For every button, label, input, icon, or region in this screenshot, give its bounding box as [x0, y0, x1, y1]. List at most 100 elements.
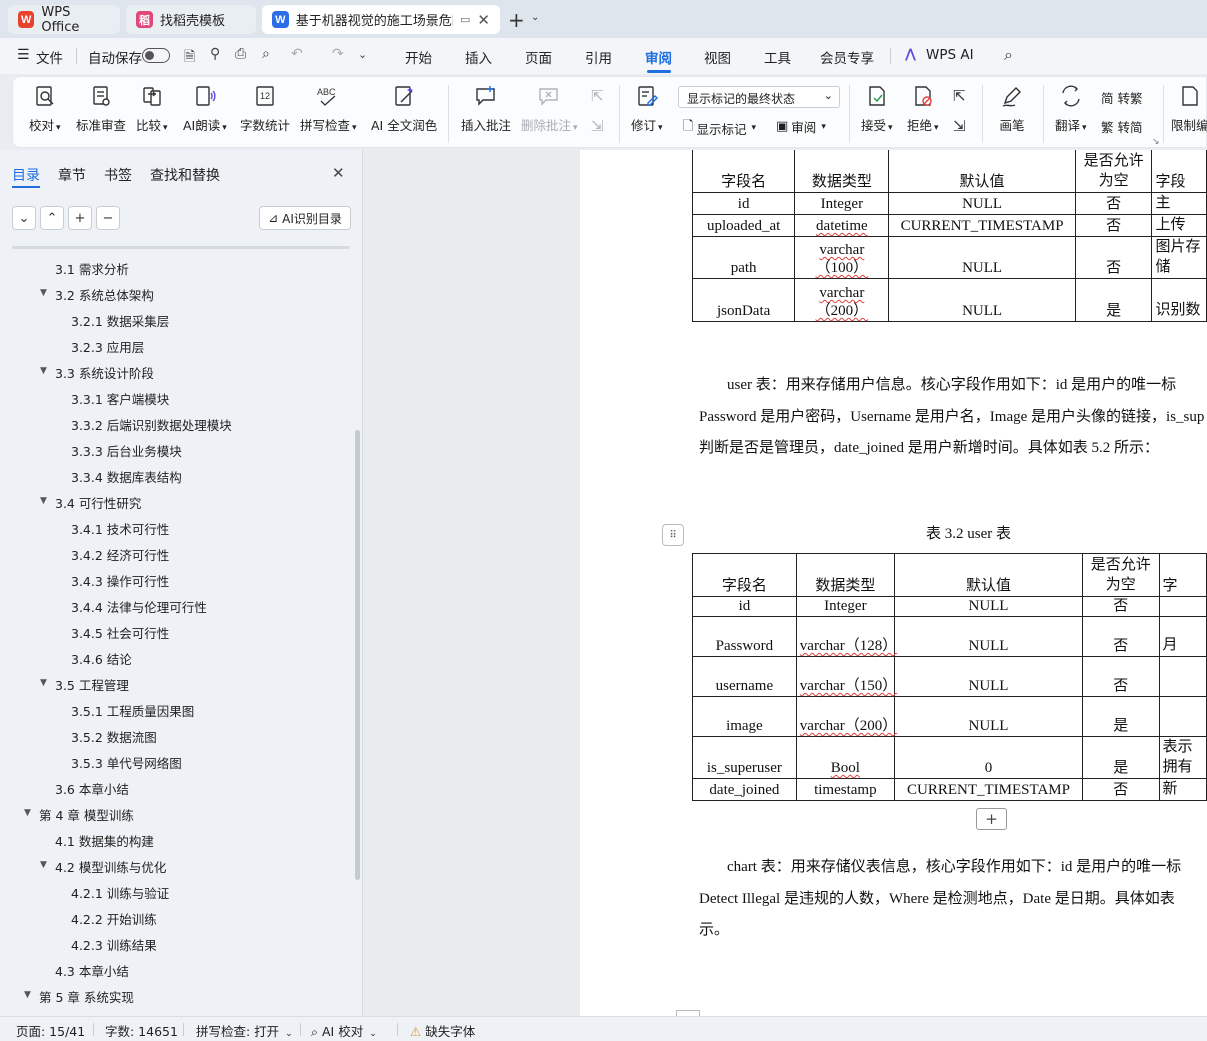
toc-item[interactable]: 4.1 数据集的构建	[55, 831, 154, 850]
menu-reference[interactable]: 引用	[585, 47, 612, 67]
search-icon[interactable]: ⌕	[1004, 45, 1013, 65]
table-cell[interactable]: 是	[1074, 278, 1153, 322]
menu-start[interactable]: 开始	[405, 47, 432, 67]
table-cell[interactable]: 表示拥有	[1158, 736, 1207, 779]
table-cell[interactable]: 否	[1082, 778, 1160, 801]
ai-toc-button[interactable]: ⊿ AI识别目录	[259, 206, 351, 230]
page-indicator[interactable]: 页面: 15/41	[16, 1021, 85, 1040]
show-markup-button[interactable]: 🗋 显示标记 ▾	[683, 117, 756, 139]
print-preview-icon[interactable]: ⌕	[262, 46, 270, 62]
close-tab-icon[interactable]: ✕	[477, 11, 490, 29]
table-cell[interactable]	[1158, 696, 1207, 737]
table-cell[interactable]: id	[692, 596, 797, 617]
menu-member[interactable]: 会员专享	[820, 47, 874, 67]
table-cell[interactable]: 否	[1074, 236, 1153, 279]
table-cell[interactable]: varchar（100）	[794, 236, 890, 279]
table-cell[interactable]: id	[691, 192, 796, 215]
table-cell[interactable]: Integer	[794, 192, 890, 215]
print-icon[interactable]: ⎙	[235, 46, 246, 62]
collapse-triangle-icon[interactable]: ▼	[40, 678, 47, 688]
word-count-button[interactable]: 12 字数统计	[240, 83, 290, 134]
toc-item[interactable]: 3.5.3 单代号网络图	[71, 753, 182, 772]
table-cell[interactable]: 0	[893, 736, 1084, 779]
restrict-edit-button[interactable]: 限制编	[1171, 83, 1207, 134]
new-tab-plus-icon[interactable]: +	[508, 8, 525, 32]
toc-item[interactable]: 3.2.3 应用层	[71, 337, 144, 356]
table-cell[interactable]: image	[692, 696, 797, 737]
collapse-triangle-icon[interactable]: ▼	[40, 860, 47, 870]
toc-item[interactable]: 3.5 工程管理	[55, 675, 129, 694]
table-cell[interactable]: timestamp	[795, 778, 895, 801]
table-cell[interactable]: CURRENT_TIMESTAMP	[893, 778, 1084, 801]
document-page[interactable]: 字段名 数据类型 默认值 是否允许为空 字段 id Integer NULL 否主 up…	[580, 150, 1207, 1016]
ai-proofread-status[interactable]: ⌕ AI 校对 ⌄	[311, 1021, 377, 1040]
toc-item[interactable]: 3.3.2 后端识别数据处理模块	[71, 415, 232, 434]
table-cell[interactable]: NULL	[888, 192, 1076, 215]
collapse-triangle-icon[interactable]: ▼	[40, 366, 47, 376]
delete-comment-button[interactable]: 删除批注 ▾	[521, 83, 578, 134]
table-cell[interactable]: 否	[1074, 214, 1153, 237]
table-cell[interactable]: 新	[1158, 778, 1207, 801]
toc-item[interactable]: 3.3.4 数据库表结构	[71, 467, 182, 486]
table-cell[interactable]: datetime	[794, 214, 890, 237]
missing-font-status[interactable]: ⚠ 缺失字体	[410, 1021, 475, 1040]
toc-item[interactable]: 3.5.2 数据流图	[71, 727, 157, 746]
table-cell[interactable]: date_joined	[692, 778, 797, 801]
toc-item[interactable]: 3.4.3 操作可行性	[71, 571, 169, 590]
toc-item[interactable]: 第 5 章 系统实现	[39, 987, 134, 1006]
toc-item[interactable]: 3.4.1 技术可行性	[71, 519, 169, 538]
markup-state-select[interactable]: 显示标记的最终状态 ⌄	[678, 86, 840, 108]
remove-heading-minus-icon[interactable]: −	[96, 206, 120, 230]
toc-item[interactable]: 4.2.3 训练结果	[71, 935, 157, 954]
table-cell[interactable]: 否	[1082, 596, 1160, 617]
table-cell[interactable]: NULL	[893, 596, 1084, 617]
table-cell[interactable]: username	[692, 656, 797, 697]
tab-list-chevron-icon[interactable]: ⌄	[531, 12, 539, 23]
table-cell[interactable]: Bool	[795, 736, 895, 779]
more-chevron-icon[interactable]: ⌄	[358, 48, 367, 61]
toc-item[interactable]: 3.3.1 客户端模块	[71, 389, 169, 408]
compare-button[interactable]: 比较 ▾	[136, 83, 168, 134]
ai-polish-button[interactable]: AI 全文润色	[371, 83, 437, 134]
standard-review-button[interactable]: 标准审查	[76, 83, 126, 134]
table-cell[interactable]: 图片存储	[1151, 236, 1207, 279]
table-cell[interactable]: 主	[1151, 192, 1207, 215]
table-cell[interactable]: 是	[1082, 736, 1160, 779]
tab-bookmarks[interactable]: 书签	[104, 165, 132, 185]
to-simplified-button[interactable]: 繁 转简	[1101, 117, 1142, 136]
to-traditional-button[interactable]: 简 转繁	[1101, 88, 1142, 107]
translate-button[interactable]: 翻译 ▾	[1055, 83, 1087, 134]
tab-chapters[interactable]: 章节	[58, 165, 86, 185]
tab-document[interactable]: W 基于机器视觉的施工场景危险 ▭ ✕	[262, 5, 500, 34]
autosave-toggle[interactable]	[142, 48, 170, 63]
save-icon[interactable]: 🗎	[184, 46, 195, 70]
table-cell[interactable]: 识别数	[1151, 278, 1207, 322]
collapse-chevron-up-icon[interactable]: ⌃	[40, 206, 64, 230]
hamburger-icon[interactable]: ☰	[17, 47, 30, 63]
table-cell[interactable]: 否	[1074, 192, 1153, 215]
table-cell[interactable]: is_superuser	[692, 736, 797, 779]
table-cell[interactable]: uploaded_at	[691, 214, 796, 237]
table-cell[interactable]: NULL	[888, 278, 1076, 322]
table-cell[interactable]: NULL	[893, 656, 1084, 697]
spell-check-button[interactable]: ABC 拼写检查 ▾	[300, 83, 357, 134]
table-cell[interactable]: Integer	[795, 596, 895, 617]
toc-item[interactable]: 4.3 本章小结	[55, 961, 129, 980]
menu-view[interactable]: 视图	[704, 47, 731, 67]
review-pane-button[interactable]: ▣ 审阅 ▾	[776, 117, 826, 136]
toc-item[interactable]: 3.4.6 结论	[71, 649, 132, 668]
tab-wps-office[interactable]: W WPS Office	[8, 5, 120, 35]
toc-item[interactable]: 3.2.1 数据采集层	[71, 311, 169, 330]
toc-item[interactable]: 4.2 模型训练与优化	[55, 857, 166, 876]
collapse-triangle-icon[interactable]: ▼	[24, 808, 31, 818]
share-link-icon[interactable]: ⚲	[210, 46, 220, 62]
collapse-triangle-icon[interactable]: ▼	[40, 288, 47, 298]
table-cell[interactable]: 否	[1082, 656, 1160, 697]
next-change-icon[interactable]: ⇲	[953, 117, 966, 135]
table-cell[interactable]: varchar（200）	[794, 278, 890, 322]
toc-item[interactable]: 3.4.4 法律与伦理可行性	[71, 597, 207, 616]
toc-item[interactable]: 3.3 系统设计阶段	[55, 363, 154, 382]
collapse-triangle-icon[interactable]: ▼	[24, 990, 31, 1000]
table-cell[interactable]: NULL	[893, 696, 1084, 737]
insert-comment-button[interactable]: 插入批注	[461, 83, 511, 134]
